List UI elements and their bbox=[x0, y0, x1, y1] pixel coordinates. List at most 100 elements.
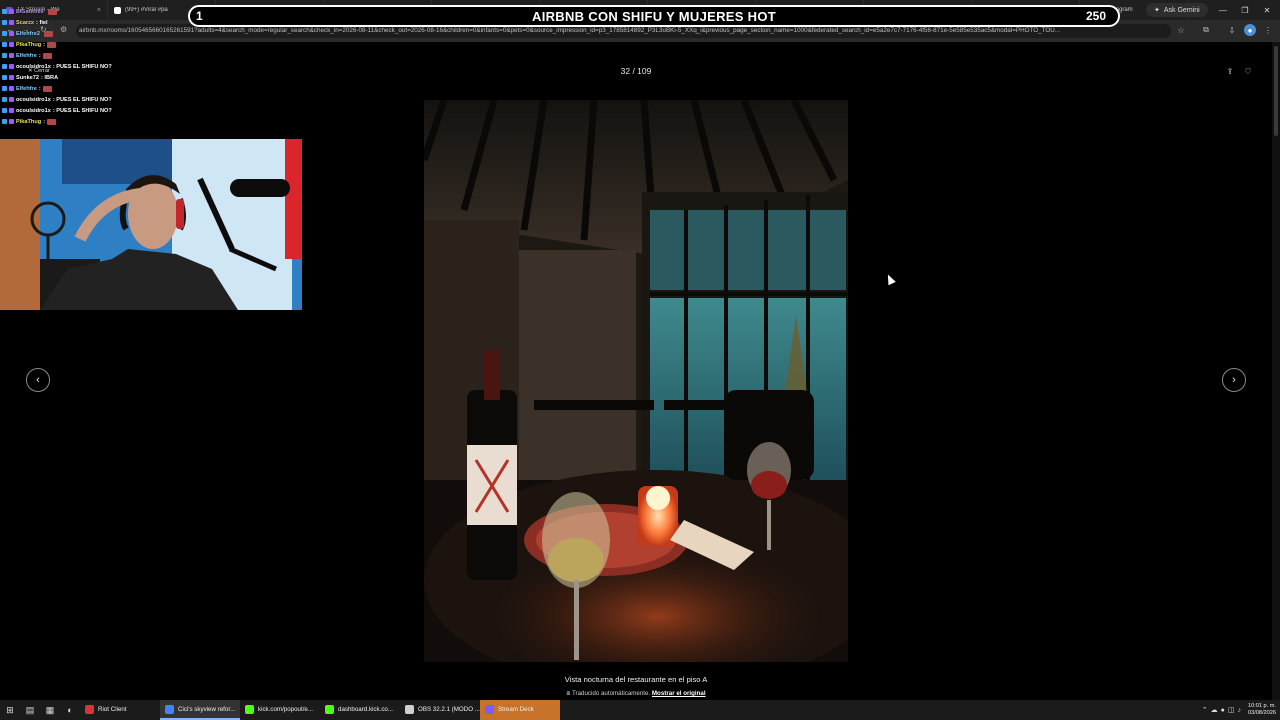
chat-badge-icon bbox=[2, 108, 7, 113]
chat-text: : bbox=[38, 85, 41, 92]
chat-message: Elfehfre: bbox=[2, 83, 202, 94]
clock-date: 03/08/2026 bbox=[1248, 710, 1276, 716]
show-hidden-icons-icon[interactable]: ⌃ bbox=[1202, 706, 1208, 714]
chat-username[interactable]: PikaThug bbox=[16, 42, 41, 48]
taskbar-app-label: Riot Client bbox=[98, 705, 127, 713]
chat-badge-icon bbox=[9, 20, 14, 25]
translate-icon: ⧈ bbox=[566, 690, 571, 697]
photo-counter: 32 / 109 bbox=[620, 66, 652, 76]
close-chat-label: Cerrar bbox=[34, 68, 50, 74]
scrollbar-thumb[interactable] bbox=[1274, 46, 1278, 136]
taskbar-app-label: kick.com/popout/e... bbox=[258, 705, 314, 713]
chat-username[interactable]: PikaThug bbox=[16, 119, 41, 125]
chat-text: : bbox=[43, 41, 46, 48]
menu-dots-icon[interactable]: ⋮ bbox=[1262, 24, 1274, 36]
chat-message: Elfehfre2 bbox=[2, 28, 202, 39]
clock-time: 10:01 p. m. bbox=[1248, 703, 1276, 709]
volume-icon[interactable]: ♪ bbox=[1238, 707, 1242, 714]
previous-photo-button[interactable]: ‹ bbox=[26, 368, 50, 392]
windows-taskbar: ⊞ ▤ ▦ ◐ Riot Client Cici's skyview refor.… bbox=[0, 700, 1280, 720]
network-icon[interactable]: ◫ bbox=[1228, 706, 1235, 714]
taskbar-app-button[interactable]: Stream Deck bbox=[480, 700, 560, 720]
extensions-icon[interactable]: ⧉ bbox=[1200, 24, 1212, 36]
taskbar-app-button[interactable]: dashboard.kick.co... bbox=[320, 700, 400, 720]
listing-photo bbox=[424, 100, 848, 662]
chat-badge-icon bbox=[2, 75, 7, 80]
streamer-webcam-image bbox=[0, 139, 302, 310]
chat-username[interactable]: ElGatito69 bbox=[16, 9, 44, 15]
chat-username[interactable]: Elfehfre2 bbox=[16, 31, 40, 37]
chat-emote-icon bbox=[47, 118, 57, 125]
bookmark-star-icon[interactable]: ☆ bbox=[1175, 24, 1187, 36]
minimize-icon[interactable]: — bbox=[1212, 0, 1234, 20]
chat-message: Elfehfre: bbox=[2, 50, 202, 61]
chat-text: : IBRA bbox=[41, 74, 59, 81]
microphone-icon[interactable]: ● bbox=[1221, 707, 1225, 714]
ask-gemini-label: Ask Gemini bbox=[1163, 6, 1200, 14]
share-icon[interactable]: ⇪ bbox=[1225, 66, 1235, 76]
banner-right-number: 250 bbox=[1085, 9, 1106, 23]
screen: 1X Stream - We×(99+) #Viral #pa×TikTok×(… bbox=[0, 0, 1280, 720]
system-tray: ⌃ ☁ ● ◫ ♪ 10:01 p. m. 03/08/2026 bbox=[1202, 700, 1280, 720]
chat-username[interactable]: Elfehfre bbox=[16, 53, 37, 59]
chat-message: Scarzx: fiel bbox=[2, 17, 202, 28]
chat-username[interactable]: Sunke72 bbox=[16, 75, 39, 81]
taskbar-app-label: Stream Deck bbox=[498, 705, 534, 713]
chat-badge-icon bbox=[2, 97, 7, 102]
taskbar-app-label: dashboard.kick.co... bbox=[338, 705, 394, 713]
chat-badge-icon bbox=[2, 20, 7, 25]
chat-badge-icon bbox=[9, 64, 14, 69]
chat-badge-icon bbox=[9, 97, 14, 102]
chat-badge-icon bbox=[2, 53, 7, 58]
restore-icon[interactable]: ❐ bbox=[1234, 0, 1256, 20]
chat-emote-icon bbox=[43, 30, 53, 37]
app-icon bbox=[405, 704, 414, 714]
restaurant-photo-image bbox=[424, 100, 848, 662]
heart-icon[interactable]: ♡ bbox=[1243, 66, 1253, 76]
app-icon bbox=[485, 704, 494, 714]
chat-badge-icon bbox=[9, 9, 14, 14]
calendar-icon[interactable]: ▦ bbox=[40, 700, 60, 720]
stream-chat-overlay: ElGatito69 Scarzx: fiel Elfehfre2 PikaThug:… bbox=[2, 6, 202, 127]
chat-badge-icon bbox=[2, 86, 7, 91]
mouse-cursor-icon bbox=[884, 272, 896, 286]
chat-username[interactable]: ocoulsidro1x bbox=[16, 97, 51, 103]
chat-emote-icon bbox=[47, 8, 57, 15]
taskbar-app-button[interactable]: OBS 32.2.1 (MODO ... bbox=[400, 700, 480, 720]
webcam-feed bbox=[0, 139, 302, 310]
close-window-icon[interactable]: ✕ bbox=[1256, 0, 1278, 20]
chat-username[interactable]: ocoulsidro1x bbox=[16, 108, 51, 114]
chevron-left-icon: ‹ bbox=[36, 374, 40, 386]
chat-badge-icon bbox=[9, 108, 14, 113]
banner-title: AIRBNB CON SHIFU Y MUJERES HOT bbox=[532, 8, 776, 24]
chat-badge-icon bbox=[9, 53, 14, 58]
next-photo-button[interactable]: › bbox=[1222, 368, 1246, 392]
ask-gemini-button[interactable]: ✦ Ask Gemini bbox=[1146, 3, 1208, 17]
chat-emote-icon bbox=[42, 52, 52, 59]
page-scrollbar[interactable] bbox=[1272, 42, 1280, 700]
profile-avatar-icon[interactable]: ● bbox=[1244, 24, 1256, 36]
chat-message: PikaThug: bbox=[2, 39, 202, 50]
app-icon bbox=[85, 704, 94, 714]
file-explorer-icon[interactable]: ▤ bbox=[20, 700, 40, 720]
translation-label: Traducido automáticamente. bbox=[571, 690, 651, 697]
taskbar-app-label: Cici's skyview refor... bbox=[178, 705, 236, 713]
taskbar-app-button[interactable]: Cici's skyview refor... bbox=[160, 700, 240, 720]
chat-message: ocoulsidro1x: PUES EL SHIFU NO? bbox=[2, 94, 202, 105]
taskbar-app-button[interactable]: Riot Client bbox=[80, 700, 160, 720]
chat-text: : bbox=[38, 52, 41, 59]
chat-username[interactable]: Elfehfre bbox=[16, 86, 37, 92]
downloads-icon[interactable]: ⇩ bbox=[1226, 24, 1238, 36]
close-chat-button[interactable]: ✕ Cerrar bbox=[28, 68, 50, 74]
taskbar-app-button[interactable]: kick.com/popout/e... bbox=[240, 700, 320, 720]
photo-caption: Vista nocturna del restaurante en el pis… bbox=[564, 675, 708, 684]
taskbar-clock[interactable]: 10:01 p. m. 03/08/2026 bbox=[1248, 703, 1276, 717]
chat-badge-icon bbox=[2, 42, 7, 47]
chat-badge-icon bbox=[2, 9, 7, 14]
windows-start-icon[interactable]: ⊞ bbox=[0, 700, 20, 720]
edge-icon[interactable]: ◐ bbox=[60, 700, 80, 720]
show-original-link[interactable]: Mostrar el original bbox=[652, 690, 706, 697]
onedrive-icon[interactable]: ☁ bbox=[1211, 706, 1218, 714]
chat-badge-icon bbox=[9, 119, 14, 124]
chat-username[interactable]: Scarzx bbox=[16, 20, 34, 26]
